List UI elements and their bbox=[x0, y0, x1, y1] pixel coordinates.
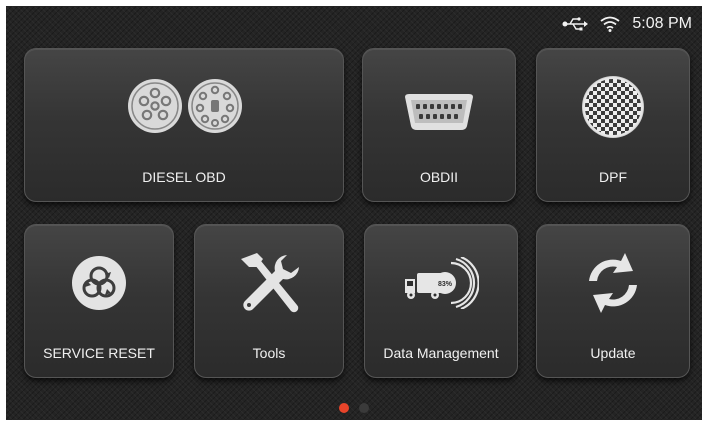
update-icon bbox=[581, 251, 645, 320]
tile-label: OBDII bbox=[419, 169, 459, 185]
tile-label: DPF bbox=[599, 169, 627, 185]
home-screen: 5:08 PM DIESEL OBD OBDII DPF SERVICE RES… bbox=[6, 6, 702, 420]
status-time: 5:08 PM bbox=[632, 15, 692, 32]
wifi-icon bbox=[600, 16, 620, 32]
data-management-tile[interactable]: 83% Data Management bbox=[364, 224, 518, 378]
obdii-tile[interactable]: OBDII bbox=[362, 48, 516, 202]
dpf-tile[interactable]: DPF bbox=[536, 48, 690, 202]
service-reset-tile[interactable]: SERVICE RESET bbox=[24, 224, 174, 378]
page-indicator bbox=[6, 403, 702, 413]
diesel-connector-icon bbox=[125, 76, 245, 141]
page-dot[interactable] bbox=[359, 403, 369, 413]
tools-tile[interactable]: Tools bbox=[194, 224, 344, 378]
page-dot-active[interactable] bbox=[339, 403, 349, 413]
tile-label: SERVICE RESET bbox=[43, 345, 155, 361]
tile-label: Data Management bbox=[383, 345, 499, 361]
tile-label: DIESEL OBD bbox=[142, 169, 226, 185]
service-reset-icon bbox=[71, 255, 127, 316]
diesel-obd-tile[interactable]: DIESEL OBD bbox=[24, 48, 344, 202]
tools-icon bbox=[235, 249, 305, 324]
dpf-filter-icon bbox=[581, 75, 645, 144]
tile-label: Tools bbox=[252, 345, 286, 361]
tile-label: Update bbox=[590, 345, 636, 361]
obd2-connector-icon bbox=[403, 93, 475, 136]
svg-text:83%: 83% bbox=[438, 281, 453, 288]
update-tile[interactable]: Update bbox=[536, 224, 690, 378]
status-bar: 5:08 PM bbox=[562, 14, 692, 34]
usb-icon bbox=[562, 17, 589, 31]
truck-data-icon: 83% bbox=[403, 255, 480, 314]
